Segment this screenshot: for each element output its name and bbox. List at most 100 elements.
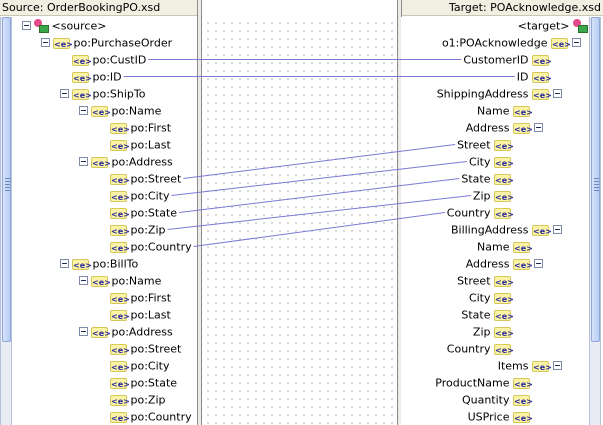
element-icon: <e> xyxy=(110,122,130,134)
element-icon: <e> xyxy=(110,309,130,321)
target-tree-node[interactable]: ShippingAddress <e> xyxy=(436,85,562,102)
source-tree-pane[interactable]: <source> <e> po:PurchaseOrder <e> po:CustI… xyxy=(0,17,197,425)
target-tree-node[interactable]: Zip <e> xyxy=(473,323,514,340)
source-tree-node[interactable]: <e> po:BillTo xyxy=(60,255,138,272)
source-tree-node[interactable]: <e> po:Zip xyxy=(110,221,166,238)
source-node-label: <source> xyxy=(48,19,107,33)
target-tree-node[interactable]: Address <e> xyxy=(465,119,543,136)
element-icon: <e> xyxy=(91,156,111,168)
target-tree-node[interactable]: BillingAddress <e> xyxy=(451,221,562,238)
source-tree-node[interactable]: <e> po:Country xyxy=(110,238,192,255)
target-tree-node[interactable]: State <e> xyxy=(461,170,513,187)
mapping-canvas[interactable] xyxy=(202,17,397,425)
collapse-toggle-icon[interactable] xyxy=(41,38,50,47)
schema-root-icon xyxy=(573,19,588,33)
element-icon: <e> xyxy=(91,105,111,117)
source-tree-node[interactable]: <e> po:State xyxy=(110,374,177,391)
element-icon: <e> xyxy=(494,156,514,168)
source-node-label: po:Country xyxy=(127,410,192,424)
source-root-node[interactable]: <source> xyxy=(22,17,107,34)
source-tree-node[interactable]: <e> po:Street xyxy=(110,170,181,187)
source-tree-node[interactable]: <e> po:City xyxy=(110,357,169,374)
target-node-label: Street xyxy=(457,274,494,288)
collapse-toggle-icon[interactable] xyxy=(79,276,88,285)
target-tree-node[interactable]: ProductName <e> xyxy=(435,374,533,391)
target-tree-node[interactable]: o1:POAcknowledge <e> xyxy=(442,34,581,51)
target-tree-node[interactable]: State <e> xyxy=(461,306,513,323)
source-tree-node[interactable]: <e> po:CustID xyxy=(72,51,146,68)
collapse-toggle-icon[interactable] xyxy=(534,259,543,268)
source-tree-node[interactable]: <e> po:Zip xyxy=(110,391,166,408)
target-panel-header: Target: POAcknowledge.xsd xyxy=(401,0,603,16)
element-icon: <e> xyxy=(110,207,130,219)
source-tree-node[interactable]: <e> po:Address xyxy=(79,323,173,340)
source-tree-node[interactable]: <e> po:ShipTo xyxy=(60,85,146,102)
target-node-label: ShippingAddress xyxy=(436,87,532,101)
source-node-label: po:Last xyxy=(127,308,171,322)
collapse-toggle-icon[interactable] xyxy=(60,89,69,98)
source-tree-node[interactable]: <e> po:Name xyxy=(79,272,161,289)
target-tree-node[interactable]: ID <e> xyxy=(517,68,552,85)
source-tree-node[interactable]: <e> po:Last xyxy=(110,306,171,323)
target-tree-node[interactable]: City <e> xyxy=(469,153,514,170)
target-scrollbar[interactable] xyxy=(589,17,601,425)
element-icon: <e> xyxy=(110,224,130,236)
target-node-label: Address xyxy=(465,121,513,135)
target-scroll-thumb[interactable] xyxy=(591,17,600,342)
element-icon: <e> xyxy=(91,326,111,338)
target-tree-node[interactable]: Country <e> xyxy=(447,340,514,357)
source-title: Source: OrderBookingPO.xsd xyxy=(2,1,161,14)
source-tree-node[interactable]: <e> po:First xyxy=(110,119,171,136)
collapse-toggle-icon[interactable] xyxy=(553,361,562,370)
element-icon: <e> xyxy=(494,292,514,304)
source-scrollbar[interactable] xyxy=(0,17,12,425)
target-tree-node[interactable]: Quantity <e> xyxy=(462,391,533,408)
collapse-toggle-icon[interactable] xyxy=(22,21,31,30)
element-icon: <e> xyxy=(110,292,130,304)
source-tree-node[interactable]: <e> po:Street xyxy=(110,340,181,357)
target-tree-node[interactable]: Street <e> xyxy=(457,136,514,153)
source-tree-node[interactable]: <e> po:ID xyxy=(72,68,122,85)
element-icon: <e> xyxy=(494,139,514,151)
collapse-toggle-icon[interactable] xyxy=(572,38,581,47)
grip-icon xyxy=(5,178,10,192)
target-tree-node[interactable]: City <e> xyxy=(469,289,514,306)
target-node-label: USPrice xyxy=(467,410,513,424)
target-tree-node[interactable]: USPrice <e> xyxy=(467,408,533,425)
collapse-toggle-icon[interactable] xyxy=(60,259,69,268)
source-tree-node[interactable]: <e> po:Name xyxy=(79,102,162,119)
collapse-toggle-icon[interactable] xyxy=(553,89,562,98)
source-node-label: po:Street xyxy=(127,342,182,356)
element-icon: <e> xyxy=(110,139,130,151)
target-tree-node[interactable]: Address <e> xyxy=(466,255,543,272)
element-icon: <e> xyxy=(110,360,130,372)
source-tree-node[interactable]: <e> po:First xyxy=(110,289,171,306)
target-tree-node[interactable]: Country <e> xyxy=(447,204,514,221)
element-icon: <e> xyxy=(110,173,130,185)
target-tree-node[interactable]: CustomerID <e> xyxy=(463,51,552,68)
target-tree-node[interactable]: Name <e> xyxy=(477,238,533,255)
target-tree-node[interactable]: Zip <e> xyxy=(472,187,514,204)
source-scroll-thumb[interactable] xyxy=(2,17,11,342)
target-root-node[interactable]: <target> xyxy=(518,17,600,34)
target-tree-node[interactable]: Items <e> xyxy=(498,357,562,374)
target-node-label: Zip xyxy=(472,189,494,203)
source-tree-node[interactable]: <e> po:State xyxy=(110,204,177,221)
source-node-label: po:Name xyxy=(108,104,162,118)
source-tree-node[interactable]: <e> po:Country xyxy=(110,408,192,425)
element-icon: <e> xyxy=(532,224,552,236)
target-tree-node[interactable]: Street <e> xyxy=(457,272,514,289)
collapse-toggle-icon[interactable] xyxy=(553,225,562,234)
element-icon: <e> xyxy=(513,122,533,134)
source-tree-node[interactable]: <e> po:PurchaseOrder xyxy=(41,34,172,51)
collapse-toggle-icon[interactable] xyxy=(534,123,543,132)
target-tree-pane[interactable]: <target> o1:POAcknowledge <e> CustomerID … xyxy=(401,17,603,425)
source-tree-node[interactable]: <e> po:Address xyxy=(79,153,173,170)
source-tree-node[interactable]: <e> po:City xyxy=(110,187,169,204)
source-tree-node[interactable]: <e> po:Last xyxy=(110,136,171,153)
collapse-toggle-icon[interactable] xyxy=(79,106,88,115)
target-tree-node[interactable]: Name <e> xyxy=(477,102,533,119)
collapse-toggle-icon[interactable] xyxy=(79,157,88,166)
collapse-toggle-icon[interactable] xyxy=(79,327,88,336)
element-icon: <e> xyxy=(494,275,514,287)
